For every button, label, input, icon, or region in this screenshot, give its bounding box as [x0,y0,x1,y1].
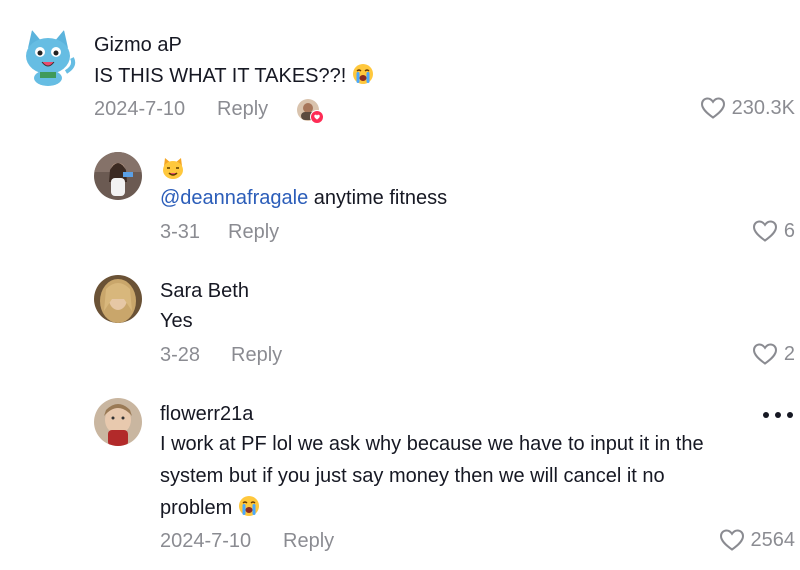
more-horizontal-icon [763,412,793,418]
avatar-flowerr21a[interactable] [94,398,142,446]
comment-text-content: problem [160,497,233,519]
comment-author[interactable]: Sara Beth [160,280,249,303]
comment-date: 2024-7-10 [94,98,186,120]
comment-author[interactable]: flowerr21a [160,403,253,426]
comment-thread: Gizmo aP IS THIS WHAT IT TAKES??! 2024-7… [0,0,800,570]
comment-text-content: IS THIS WHAT IT TAKES??! [94,65,347,87]
like-count: 2 [783,342,795,365]
like-count: 2564 [750,528,796,551]
reply-button[interactable]: Reply [283,530,334,553]
like-count: 6 [783,219,795,242]
crying-face-emoji-icon [238,495,260,527]
comment-text-line-1: I work at PF lol we ask why because we h… [160,433,704,455]
avatar-reply-1[interactable] [94,152,142,200]
comment-date: 2024-7-10 [160,530,252,552]
comment-text: IS THIS WHAT IT TAKES??! [94,60,374,95]
like-button[interactable]: 2564 [719,528,796,552]
reply-button[interactable]: Reply [231,344,282,367]
crying-face-emoji-icon [352,63,374,95]
more-options-button[interactable] [760,408,796,422]
like-button[interactable]: 6 [752,219,795,243]
comment-text: @deannafragale anytime fitness [160,182,447,214]
reply-button[interactable]: Reply [228,221,279,244]
comment-author[interactable]: Gizmo aP [94,34,182,57]
comment-text: Yes [160,310,193,332]
heart-outline-icon [700,96,726,120]
like-button[interactable]: 230.3K [700,96,795,120]
avatar-gizmo[interactable] [18,26,78,86]
author-emoji [160,156,186,182]
user-mention-link[interactable]: @deannafragale [160,187,308,209]
like-count: 230.3K [731,96,795,119]
reply-button[interactable]: Reply [217,98,268,121]
heart-outline-icon [719,528,745,552]
avatar-sara-beth[interactable] [94,275,142,323]
comment-text-line-2: system but if you just say money then we… [160,465,665,487]
heart-outline-icon [752,342,778,366]
comment-text-content: anytime fitness [308,187,448,209]
comment-date: 3-31 [160,221,201,243]
comment-text-line-3: problem [160,492,260,527]
heart-outline-icon [752,219,778,243]
creator-liked-badge [296,98,326,126]
comment-date: 3-28 [160,344,201,366]
cat-face-emoji-icon [163,158,183,179]
like-button[interactable]: 2 [752,342,795,366]
